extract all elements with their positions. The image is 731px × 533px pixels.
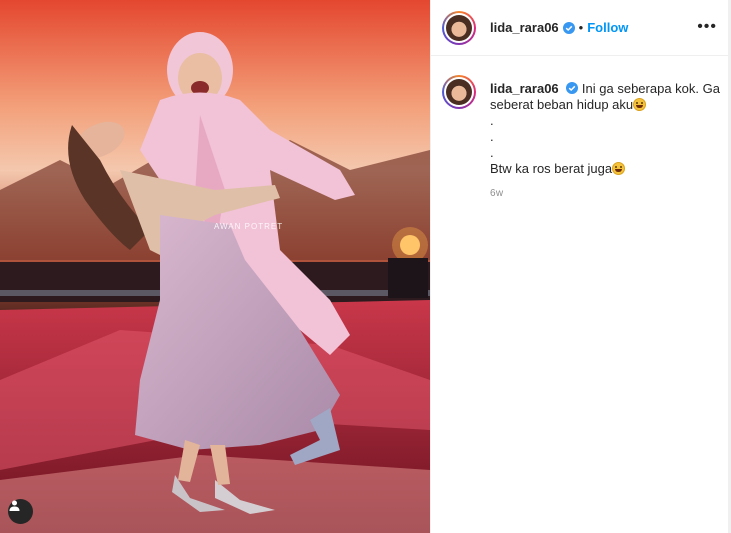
caption-comment: lida_rara06 Ini ga seberapa kok. Ga sebe… <box>442 75 722 177</box>
grinning-emoji-icon <box>633 98 647 111</box>
caption-dot-1: . <box>490 113 494 128</box>
caption-avatar[interactable] <box>442 75 476 109</box>
header-separator: • <box>578 20 584 35</box>
follow-button[interactable]: Follow <box>587 20 628 35</box>
photo-scene <box>0 0 430 533</box>
verified-badge-icon <box>562 21 575 34</box>
avatar-image <box>446 14 472 41</box>
user-tag-button[interactable] <box>8 499 33 524</box>
post-side-panel: lida_rara06 • Follow ••• lida_rara06 Ini… <box>430 0 731 533</box>
caption-dot-3: . <box>490 145 494 160</box>
caption-line-2: Btw ka ros berat juga <box>490 161 613 176</box>
photo-watermark: AWAN POTRET <box>214 222 284 231</box>
grinning-emoji-icon <box>612 162 626 175</box>
more-options-icon[interactable]: ••• <box>697 19 717 35</box>
instagram-post: AWAN POTRET lida_rara06 • Follow ••• lid… <box>0 0 731 533</box>
caption-dot-2: . <box>490 129 494 144</box>
caption-text: lida_rara06 Ini ga seberapa kok. Ga sebe… <box>490 75 720 177</box>
avatar-image <box>446 79 472 105</box>
post-header: lida_rara06 • Follow ••• <box>431 0 731 56</box>
post-time-ago[interactable]: 6w <box>490 188 503 199</box>
post-photo[interactable]: AWAN POTRET <box>0 0 430 533</box>
author-avatar[interactable] <box>442 10 476 45</box>
author-username[interactable]: lida_rara06 <box>490 20 559 35</box>
caption-username[interactable]: lida_rara06 <box>490 81 559 96</box>
user-tag-icon <box>9 500 20 511</box>
verified-badge-icon <box>566 82 579 94</box>
